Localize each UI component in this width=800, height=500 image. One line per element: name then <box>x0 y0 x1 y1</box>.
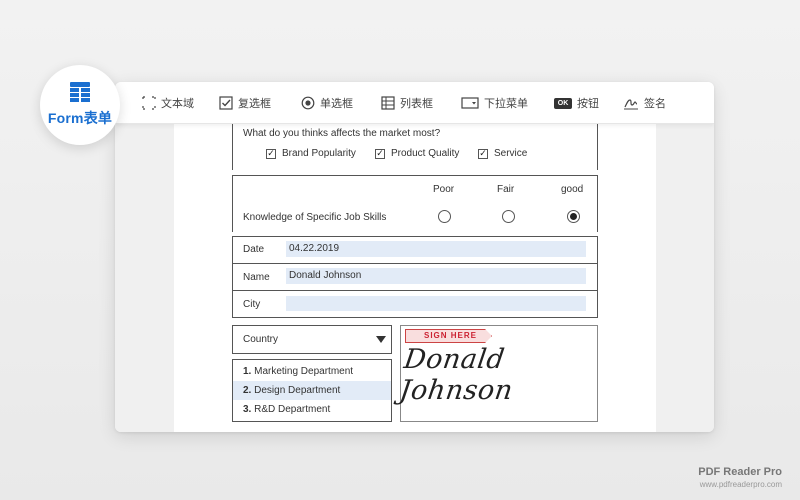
list-item-number: 1. <box>243 366 252 377</box>
text-field-icon <box>142 96 156 110</box>
list-item-number: 2. <box>243 385 252 396</box>
rating-section <box>232 175 598 232</box>
radio-poor[interactable] <box>438 210 451 223</box>
radio-button-icon <box>301 96 315 110</box>
list-item[interactable]: 3. R&D Department <box>233 400 391 419</box>
checkbox-service[interactable]: ✓ Service <box>478 148 527 159</box>
tool-list-box[interactable]: 列表框 <box>381 94 433 112</box>
rating-column-poor: Poor <box>433 184 455 195</box>
city-label: City <box>243 299 261 310</box>
signature-icon <box>623 96 639 110</box>
signature-text: Donald Johnson <box>397 344 515 406</box>
name-field[interactable]: Donald Johnson <box>286 268 586 284</box>
tool-label: 列表框 <box>400 98 433 110</box>
checkbox-control[interactable]: ✓ <box>266 148 276 159</box>
question-text: What do you thinks affects the market mo… <box>243 128 441 139</box>
checkbox-control[interactable]: ✓ <box>375 148 385 159</box>
tool-label: 复选框 <box>238 98 271 110</box>
brand-footer: PDF Reader Pro www.pdfreaderpro.com <box>698 466 782 489</box>
radio-selected-dot <box>570 213 577 220</box>
tool-radio-button[interactable]: 单选框 <box>301 94 353 112</box>
list-box-icon <box>381 96 395 110</box>
tool-button[interactable]: OK 按钮 <box>554 94 599 112</box>
sign-here-tag: SIGN HERE <box>405 329 492 343</box>
tool-label: 按钮 <box>577 98 599 110</box>
tool-signature[interactable]: 签名 <box>623 94 666 112</box>
brand-url: www.pdfreaderpro.com <box>699 480 782 489</box>
tool-label: 单选框 <box>320 98 353 110</box>
rating-column-good: good <box>561 184 584 195</box>
checkbox-product-quality[interactable]: ✓ Product Quality <box>375 148 459 159</box>
dropdown-menu-icon <box>461 97 479 109</box>
button-icon-text: OK <box>557 99 569 107</box>
button-icon: OK <box>554 97 572 109</box>
name-label: Name <box>243 272 270 283</box>
list-item-selected[interactable]: 2. Design Department <box>233 381 391 400</box>
tool-label: 文本域 <box>161 98 194 110</box>
list-item-label: Marketing Department <box>254 366 354 377</box>
rating-row-label: Knowledge of Specific Job Skills <box>243 212 387 223</box>
badge-label: Form表单 <box>47 110 113 126</box>
tool-label: 下拉菜单 <box>484 98 528 110</box>
list-item-label: R&D Department <box>254 404 331 415</box>
rating-column-fair: Fair <box>497 184 515 195</box>
tool-label: 签名 <box>644 98 666 110</box>
list-item-number: 3. <box>243 404 252 415</box>
divider <box>232 290 598 291</box>
city-field[interactable] <box>286 296 586 311</box>
checkbox-label: Service <box>494 148 528 159</box>
checkbox-icon <box>219 96 233 110</box>
tool-text-field[interactable]: 文本域 <box>142 94 194 112</box>
chevron-down-icon[interactable] <box>376 336 386 343</box>
tool-dropdown-menu[interactable]: 下拉菜单 <box>461 94 528 112</box>
form-badge: Form表单 <box>40 65 120 145</box>
list-item-label: Design Department <box>254 385 341 396</box>
list-item[interactable]: 1. Marketing Department <box>233 362 391 381</box>
date-field[interactable]: 04.22.2019 <box>286 241 586 257</box>
checkbox-brand-popularity[interactable]: ✓ Brand Popularity <box>266 148 356 159</box>
checkbox-control[interactable]: ✓ <box>478 148 488 159</box>
form-table-icon <box>70 82 90 102</box>
tool-checkbox[interactable]: 复选框 <box>219 94 271 112</box>
radio-fair[interactable] <box>502 210 515 223</box>
divider <box>232 263 598 264</box>
checkbox-label: Brand Popularity <box>282 148 356 159</box>
radio-good[interactable] <box>567 210 580 223</box>
checkbox-label: Product Quality <box>391 148 460 159</box>
form-toolbar: 文本域 复选框 单选框 列表框 下拉菜单 OK 按钮 签名 <box>115 82 714 124</box>
date-label: Date <box>243 244 265 255</box>
country-dropdown[interactable]: Country <box>232 325 392 354</box>
department-list-box[interactable]: 1. Marketing Department 2. Design Depart… <box>232 359 392 422</box>
dropdown-value: Country <box>243 334 279 345</box>
brand-name: PDF Reader Pro <box>698 466 782 478</box>
